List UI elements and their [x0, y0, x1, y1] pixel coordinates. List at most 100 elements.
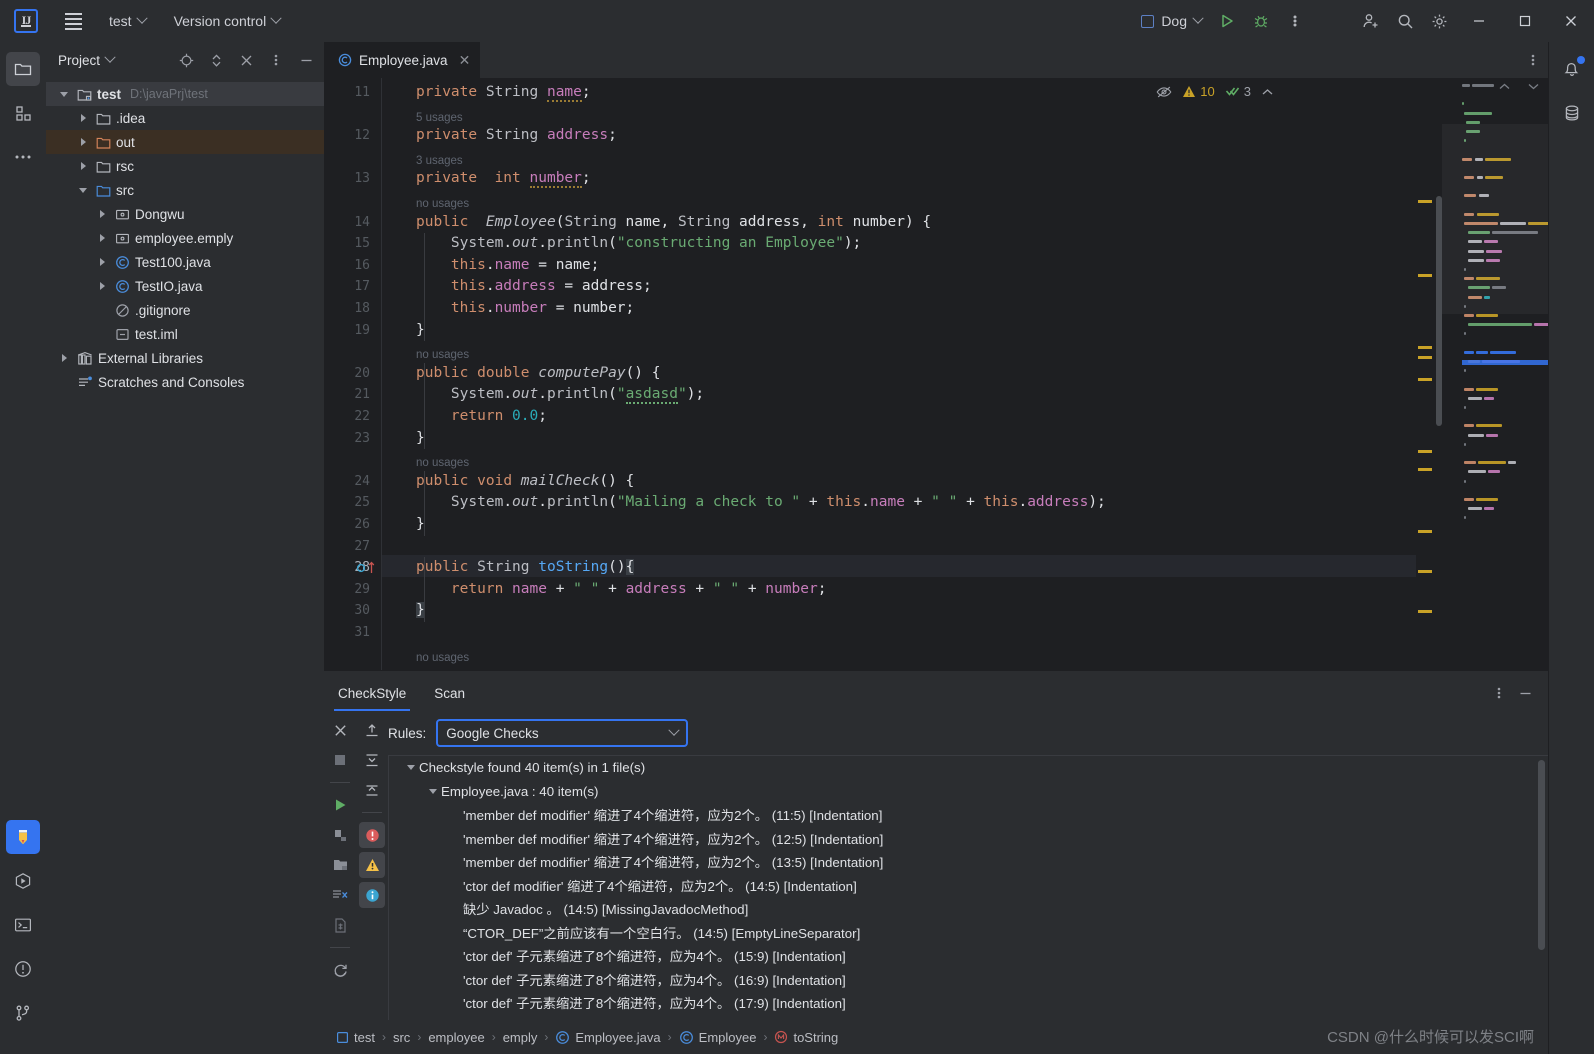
results-item-row[interactable]: 'member def modifier' 缩进了4个缩进符，应为2个。 (13…	[389, 850, 1548, 874]
breadcrumb-item-employee-java[interactable]: Employee.java	[555, 1030, 661, 1045]
scan-file-icon[interactable]	[327, 912, 353, 938]
sidebar-item-structure[interactable]	[6, 96, 40, 130]
minimize-window-button[interactable]	[1456, 0, 1502, 42]
eye-off-icon[interactable]	[1156, 85, 1172, 99]
chevron-right-icon[interactable]	[94, 234, 110, 242]
results-item-row[interactable]: 'ctor def' 子元素缩进了8个缩进符，应为4个。 (17:9) [Ind…	[389, 991, 1548, 1015]
code-line[interactable]: return 0.0;	[416, 406, 547, 428]
code-line[interactable]: this.name = name;	[416, 255, 599, 277]
tree-item--idea[interactable]: .idea	[46, 106, 324, 130]
chevron-right-icon[interactable]	[75, 114, 91, 122]
stop-scan-icon[interactable]	[327, 747, 353, 773]
tab-scan[interactable]: Scan	[420, 686, 479, 711]
chevron-right-icon[interactable]	[94, 258, 110, 266]
code-line[interactable]: this.number = number;	[416, 298, 634, 320]
chevron-down-icon[interactable]	[56, 91, 72, 97]
chevron-up-icon[interactable]	[1261, 87, 1274, 97]
results-item-row[interactable]: 'ctor def' 子元素缩进了8个缩进符，应为4个。 (16:9) [Ind…	[389, 968, 1548, 992]
sidebar-item-terminal[interactable]	[6, 908, 40, 942]
warning-count-indicator[interactable]: 10	[1182, 84, 1215, 99]
code-line[interactable]: System.out.println("constructing an Empl…	[416, 233, 861, 255]
code-line[interactable]: public Employee(String name, String addr…	[416, 212, 931, 234]
close-tab-icon[interactable]: ✕	[459, 52, 471, 69]
rules-select[interactable]: Google Checks	[436, 719, 689, 747]
hide-panel-icon[interactable]	[294, 48, 318, 72]
tree-item--gitignore[interactable]: .gitignore	[46, 298, 324, 322]
tree-item-src[interactable]: src	[46, 178, 324, 202]
usage-hint[interactable]: no usages	[416, 648, 469, 670]
checkstyle-hide-icon[interactable]	[1512, 680, 1538, 706]
results-item-row[interactable]: 'member def modifier' 缩进了4个缩进符，应为2个。 (11…	[389, 803, 1548, 827]
close-scan-icon[interactable]	[327, 717, 353, 743]
inspection-widget[interactable]: 10 3	[1156, 84, 1274, 99]
warning-marker[interactable]	[1418, 530, 1432, 533]
code-minimap[interactable]	[1416, 78, 1548, 670]
results-item-row[interactable]: 缺少 Javadoc 。 (14:5) [MissingJavadocMetho…	[389, 897, 1548, 921]
warning-marker[interactable]	[1418, 570, 1432, 573]
warning-marker[interactable]	[1418, 200, 1432, 203]
sidebar-item-database[interactable]	[1555, 96, 1589, 130]
code-line[interactable]: System.out.println("asdasd");	[416, 384, 704, 406]
tree-item-employee-emply[interactable]: employee.emply	[46, 226, 324, 250]
gear-icon[interactable]	[1422, 4, 1456, 38]
chevron-down-icon[interactable]	[75, 187, 91, 193]
tree-item-scratches-and-consoles[interactable]: Scratches and Consoles	[46, 370, 324, 394]
results-group-row[interactable]: Checkstyle found 40 item(s) in 1 file(s)	[389, 756, 1548, 780]
checkstyle-results-list[interactable]: Checkstyle found 40 item(s) in 1 file(s)…	[388, 755, 1548, 1020]
breadcrumb-item-employee[interactable]: Employee	[679, 1030, 756, 1045]
code-line[interactable]: private String name;	[416, 82, 591, 104]
next-occurrence-icon[interactable]	[1527, 82, 1540, 91]
tree-item-out[interactable]: out	[46, 130, 324, 154]
warning-marker[interactable]	[1418, 274, 1432, 277]
warning-filter-icon[interactable]	[359, 852, 385, 878]
chevron-right-icon[interactable]	[94, 282, 110, 290]
project-selector[interactable]: test	[100, 9, 155, 33]
sidebar-item-git[interactable]	[6, 996, 40, 1030]
chevron-down-icon[interactable]	[403, 765, 419, 771]
tab-employee-java[interactable]: Employee.java ✕	[324, 42, 481, 78]
results-group-row[interactable]: Employee.java : 40 item(s)	[389, 780, 1548, 804]
breadcrumb-item-emply[interactable]: emply	[503, 1030, 538, 1045]
breadcrumb-item-tostring[interactable]: toString	[774, 1030, 838, 1045]
tree-item-external-libraries[interactable]: External Libraries	[46, 346, 324, 370]
run-configuration-selector[interactable]: Dog	[1133, 9, 1210, 33]
code-canvas[interactable]: private String name; 5 usages private Stri…	[382, 78, 1416, 670]
close-window-button[interactable]	[1548, 0, 1594, 42]
warning-marker[interactable]	[1418, 468, 1432, 471]
version-control-widget[interactable]: Version control	[165, 9, 290, 33]
add-user-icon[interactable]	[1354, 4, 1388, 38]
weak-warning-count-indicator[interactable]: 3	[1225, 84, 1251, 99]
scan-directory-icon[interactable]	[327, 852, 353, 878]
results-item-row[interactable]: “CTOR_DEF”之前应该有一个空白行。 (14:5) [EmptyLineS…	[389, 921, 1548, 945]
info-filter-icon[interactable]	[359, 882, 385, 908]
debug-button[interactable]	[1244, 4, 1278, 38]
results-item-row[interactable]: 'ctor def modifier' 缩进了4个缩进符，应为2个。 (14:5…	[389, 874, 1548, 898]
chevron-right-icon[interactable]	[75, 138, 91, 146]
close-all-icon[interactable]	[234, 48, 258, 72]
tab-checkstyle[interactable]: CheckStyle	[324, 686, 420, 711]
main-menu-icon[interactable]	[56, 6, 90, 36]
editor-options-icon[interactable]	[1518, 42, 1548, 78]
scan-module-icon[interactable]	[327, 822, 353, 848]
code-line[interactable]: public double computePay() {	[416, 363, 660, 385]
run-button[interactable]	[1210, 4, 1244, 38]
chevron-right-icon[interactable]	[94, 210, 110, 218]
refresh-icon[interactable]	[327, 957, 353, 983]
code-line[interactable]: return name + " " + address + " " + numb…	[416, 579, 827, 601]
breadcrumb-item-test[interactable]: test	[336, 1030, 375, 1045]
warning-marker[interactable]	[1418, 610, 1432, 613]
tree-item-test-iml[interactable]: test.iml	[46, 322, 324, 346]
scan-changes-icon[interactable]	[327, 882, 353, 908]
checkstyle-options-icon[interactable]	[1486, 680, 1512, 706]
breadcrumb-item-employee[interactable]: employee	[428, 1030, 484, 1045]
code-line[interactable]: private int number;	[416, 168, 591, 190]
chevron-right-icon[interactable]	[56, 354, 72, 362]
minimap-viewport[interactable]	[1442, 124, 1548, 314]
collapse-all-icon[interactable]	[359, 747, 385, 773]
code-line[interactable]: private String address;	[416, 125, 617, 147]
breadcrumb-item-src[interactable]: src	[393, 1030, 410, 1045]
search-icon[interactable]	[1388, 4, 1422, 38]
error-filter-icon[interactable]	[359, 822, 385, 848]
collapse-level-icon[interactable]	[359, 777, 385, 803]
override-method-icon[interactable]	[356, 561, 375, 574]
